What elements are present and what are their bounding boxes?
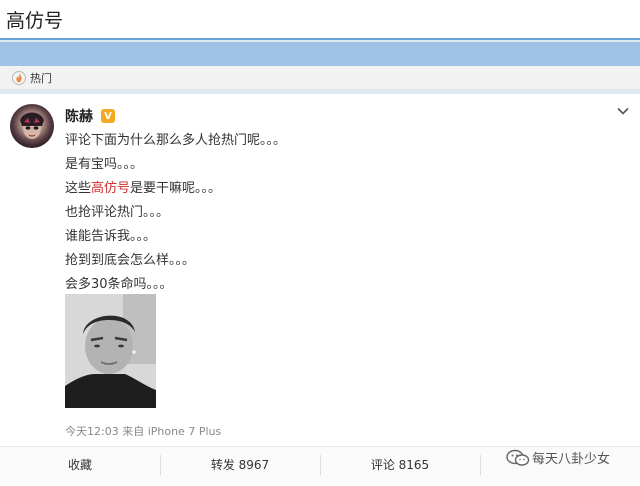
post-timestamp[interactable]: 今天12:03 来自 iPhone 7 Plus: [65, 423, 221, 439]
favorite-button[interactable]: 收藏: [0, 447, 160, 482]
search-input[interactable]: 高仿号: [6, 6, 63, 33]
comment-label: 评论 8165: [370, 458, 430, 472]
weibo-post-card: 陈赫 V 评论下面为什么那么多人抢热门呢。。。 是有宝吗。。。 这些高仿号是要干…: [0, 94, 640, 486]
author-name[interactable]: 陈赫: [65, 106, 93, 126]
post-text: 评论下面为什么那么多人抢热门呢。。。 是有宝吗。。。 这些高仿号是要干嘛呢。。。…: [65, 132, 286, 300]
hashtag-link[interactable]: 高仿号: [91, 181, 130, 196]
repost-button[interactable]: 转发 8967: [160, 447, 320, 482]
hot-flame-icon: [12, 70, 26, 85]
author-row: 陈赫 V: [65, 106, 115, 126]
watermark-text: 每天八卦少女: [532, 452, 611, 467]
post-line: 是有宝吗。。。: [65, 157, 144, 172]
hot-tab[interactable]: 热门: [0, 66, 640, 90]
post-photo[interactable]: [65, 294, 156, 408]
post-line: 评论下面为什么那么多人抢热门呢。。。: [65, 133, 287, 148]
wechat-icon: [506, 449, 530, 466]
post-line: 也抢评论热门。。。: [65, 205, 170, 220]
header-band: [0, 42, 640, 66]
wechat-watermark: 每天八卦少女: [506, 448, 610, 467]
repost-label: 转发 8967: [210, 458, 270, 472]
post-line: 抢到到底会怎么样。。。: [65, 253, 196, 268]
chevron-down-icon[interactable]: [616, 104, 630, 118]
hot-tab-label: 热门: [30, 71, 52, 85]
post-line-prefix: 这些: [65, 181, 92, 196]
post-line: 谁能告诉我。。。: [65, 229, 157, 244]
post-line-suffix: 是要干嘛呢。。。: [130, 181, 222, 196]
user-avatar[interactable]: [10, 104, 54, 148]
favorite-label: 收藏: [67, 458, 92, 472]
comment-button[interactable]: 评论 8165: [320, 447, 480, 482]
search-bar[interactable]: 高仿号: [0, 0, 640, 40]
post-line: 这些高仿号是要干嘛呢。。。: [65, 180, 286, 204]
verified-badge: V: [101, 109, 115, 123]
